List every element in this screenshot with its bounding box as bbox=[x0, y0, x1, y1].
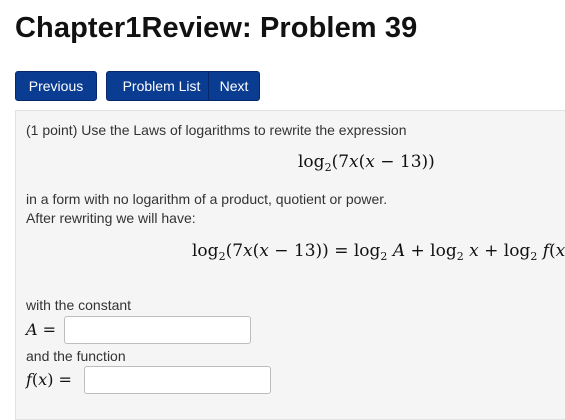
function-label: and the function bbox=[26, 348, 126, 364]
previous-button[interactable]: Previous bbox=[15, 71, 97, 101]
problem-line-2: in a form with no logarithm of a product… bbox=[26, 191, 388, 207]
expression-display: log2(7x(x − 13)) bbox=[298, 152, 435, 174]
problem-list-button[interactable]: Problem List bbox=[106, 71, 217, 101]
problem-body: (1 point) Use the Laws of logarithms to … bbox=[15, 110, 565, 420]
answer-a-input[interactable] bbox=[64, 316, 251, 344]
problem-line-3: After rewriting we will have: bbox=[26, 210, 196, 226]
constant-label: with the constant bbox=[26, 297, 132, 313]
a-label: A = bbox=[26, 320, 57, 339]
answer-f-input[interactable] bbox=[84, 366, 271, 394]
next-button[interactable]: Next bbox=[208, 71, 260, 101]
problem-intro: (1 point) Use the Laws of logarithms to … bbox=[26, 122, 407, 138]
identity-display: log2(7x(x − 13)) = log2 A + log2 x + log… bbox=[192, 241, 565, 263]
page-title: Chapter1Review: Problem 39 bbox=[15, 12, 418, 44]
f-label: f(x) = bbox=[26, 370, 72, 389]
